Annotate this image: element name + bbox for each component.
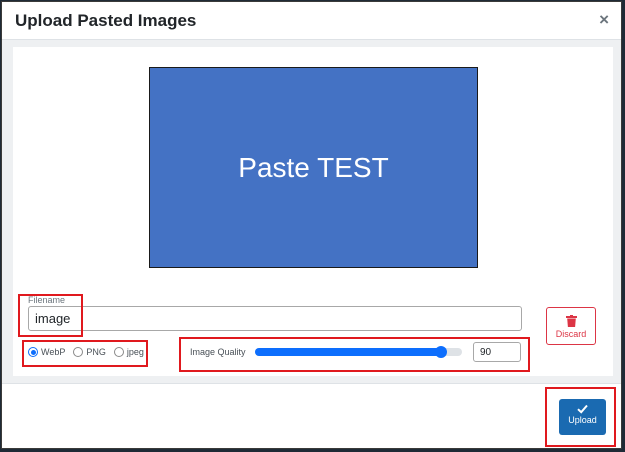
dialog-footer (2, 383, 621, 448)
filename-highlight-box (18, 294, 83, 337)
discard-button[interactable]: Discard (546, 307, 596, 345)
upload-highlight-box (545, 387, 616, 447)
discard-label: Discard (555, 329, 587, 339)
close-button[interactable]: × (599, 10, 609, 30)
dialog-header: Upload Pasted Images × (2, 2, 621, 40)
quality-highlight-box (179, 337, 530, 372)
trash-icon (565, 315, 577, 327)
dialog-title: Upload Pasted Images (15, 11, 197, 30)
preview-text: Paste TEST (238, 151, 389, 183)
format-highlight-box (22, 340, 148, 367)
filename-input[interactable] (28, 306, 522, 331)
pasted-image-preview: Paste TEST (149, 67, 478, 268)
dialog-body: Paste TEST (2, 40, 621, 383)
upload-dialog: Upload Pasted Images × Paste TEST (1, 1, 622, 449)
